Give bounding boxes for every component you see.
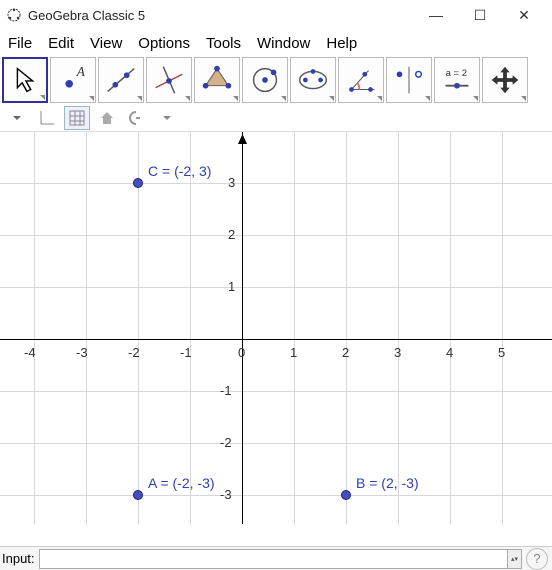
home-icon[interactable] (94, 106, 120, 130)
graphics-view[interactable]: -4 -3 -2 -1 0 1 2 3 4 5 -3 -2 -1 1 2 3 A = (-2, -3) B = (… (0, 132, 552, 524)
x-tick-label: 2 (342, 345, 349, 360)
y-tick-label: 3 (228, 175, 235, 190)
gridline-v (450, 132, 451, 524)
move-view-tool[interactable] (482, 57, 528, 103)
input-field[interactable] (39, 549, 508, 569)
y-tick-label: 1 (228, 279, 235, 294)
menu-edit[interactable]: Edit (42, 33, 80, 54)
view-bar (0, 104, 552, 132)
window-title: GeoGebra Classic 5 (28, 8, 414, 23)
point-label-B: B = (2, -3) (356, 475, 419, 491)
gridline-v (502, 132, 503, 524)
point-label-A: A = (-2, -3) (148, 475, 215, 491)
input-help-icon[interactable]: ? (526, 548, 548, 570)
y-tick-label: 2 (228, 227, 235, 242)
y-tick-label: -1 (220, 383, 232, 398)
gridline-v (138, 132, 139, 524)
perpendicular-tool[interactable] (146, 57, 192, 103)
gridline-h (0, 235, 552, 236)
close-button[interactable]: ✕ (502, 1, 546, 29)
slider-tool[interactable]: a = 2 (434, 57, 480, 103)
input-label: Input: (0, 551, 39, 566)
point-C[interactable] (133, 178, 143, 188)
view-collapse-icon[interactable] (4, 106, 30, 130)
input-bar: Input: ▴▾ ? (0, 546, 552, 570)
reflect-tool[interactable] (386, 57, 432, 103)
point-capture-icon[interactable] (124, 106, 150, 130)
circle-center-tool[interactable] (242, 57, 288, 103)
x-tick-label: -4 (24, 345, 36, 360)
gridline-h (0, 287, 552, 288)
line-tool[interactable] (98, 57, 144, 103)
x-tick-label: -3 (76, 345, 88, 360)
gridline-h (0, 443, 552, 444)
x-tick-label: 5 (498, 345, 505, 360)
maximize-button[interactable]: ☐ (458, 1, 502, 29)
point-B[interactable] (341, 490, 351, 500)
x-axis (0, 339, 552, 340)
point-tool[interactable]: A (50, 57, 96, 103)
gridline-h (0, 391, 552, 392)
gridline-h (0, 495, 552, 496)
x-tick-label: -2 (128, 345, 140, 360)
gridline-v (398, 132, 399, 524)
menu-file[interactable]: File (2, 33, 38, 54)
input-history-spinner[interactable]: ▴▾ (508, 549, 522, 569)
svg-text:a = 2: a = 2 (446, 68, 467, 79)
point-A[interactable] (133, 490, 143, 500)
menu-bar: File Edit View Options Tools Window Help (0, 30, 552, 56)
toolbar: A a = 2 (0, 56, 552, 104)
y-tick-label: -3 (220, 487, 232, 502)
ellipse-tool[interactable] (290, 57, 336, 103)
title-bar: GeoGebra Classic 5 — ☐ ✕ (0, 0, 552, 30)
gridline-v (346, 132, 347, 524)
point-label-C: C = (-2, 3) (148, 163, 211, 179)
dropdown-icon[interactable] (154, 106, 180, 130)
polygon-tool[interactable] (194, 57, 240, 103)
minimize-button[interactable]: — (414, 1, 458, 29)
svg-text:A: A (76, 64, 86, 79)
gridline-h (0, 183, 552, 184)
x-tick-label: 1 (290, 345, 297, 360)
x-tick-label: 3 (394, 345, 401, 360)
menu-window[interactable]: Window (251, 33, 316, 54)
y-axis-arrow (238, 132, 247, 147)
menu-help[interactable]: Help (320, 33, 363, 54)
x-tick-label: 0 (238, 345, 245, 360)
gridline-v (190, 132, 191, 524)
gridline-v (86, 132, 87, 524)
menu-options[interactable]: Options (132, 33, 196, 54)
menu-view[interactable]: View (84, 33, 128, 54)
axes-toggle[interactable] (34, 106, 60, 130)
x-tick-label: 4 (446, 345, 453, 360)
y-tick-label: -2 (220, 435, 232, 450)
gridline-v (294, 132, 295, 524)
grid-toggle[interactable] (64, 106, 90, 130)
y-axis (242, 132, 243, 524)
angle-tool[interactable] (338, 57, 384, 103)
gridline-v (34, 132, 35, 524)
menu-tools[interactable]: Tools (200, 33, 247, 54)
x-tick-label: -1 (180, 345, 192, 360)
move-tool[interactable] (2, 57, 48, 103)
app-icon (6, 7, 22, 23)
